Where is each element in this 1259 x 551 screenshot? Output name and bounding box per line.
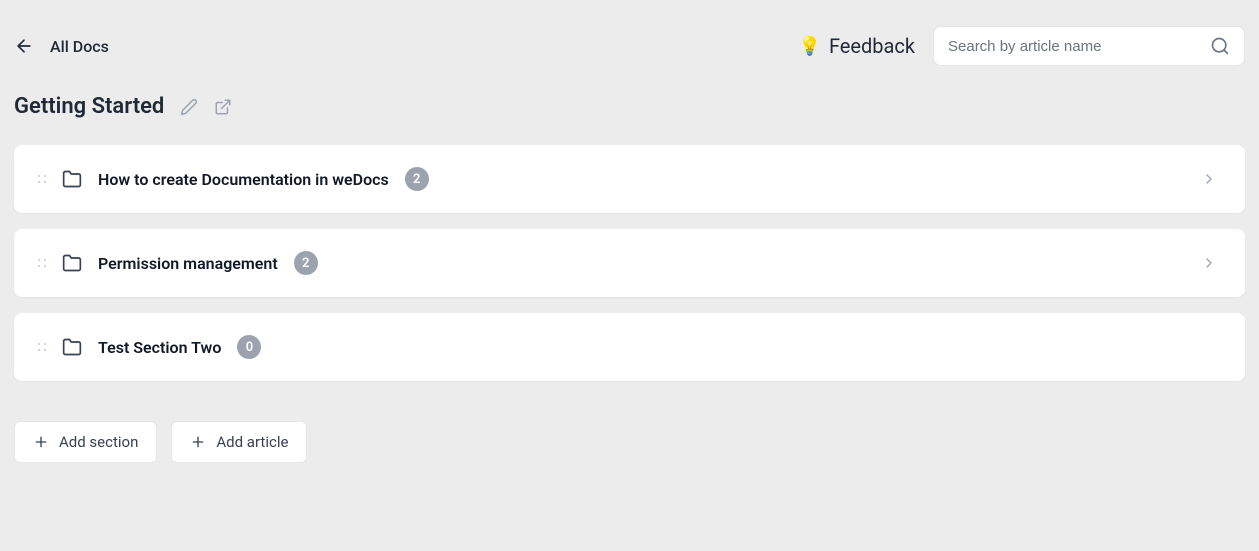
section-row[interactable]: How to create Documentation in weDocs 2 [14, 145, 1245, 213]
topbar: All Docs 💡 Feedback [14, 26, 1245, 66]
chevron-right-icon [1201, 255, 1217, 271]
section-row[interactable]: Test Section Two 0 [14, 313, 1245, 381]
section-title: How to create Documentation in weDocs [98, 170, 389, 189]
add-article-label: Add article [216, 433, 288, 451]
section-row[interactable]: Permission management 2 [14, 229, 1245, 297]
external-link-icon[interactable] [214, 98, 232, 116]
edit-icon[interactable] [180, 98, 198, 116]
sections-list: How to create Documentation in weDocs 2 … [14, 145, 1245, 381]
section-title: Test Section Two [98, 338, 221, 357]
actions-row: Add section Add article [14, 421, 1245, 463]
search-input[interactable] [948, 38, 1210, 55]
drag-handle-icon[interactable] [34, 171, 50, 187]
page-header: Getting Started [14, 94, 1245, 119]
breadcrumb-back[interactable]: All Docs [14, 36, 109, 56]
add-section-label: Add section [59, 433, 138, 451]
add-section-button[interactable]: Add section [14, 421, 157, 463]
topbar-right: 💡 Feedback [799, 26, 1245, 66]
search-icon[interactable] [1210, 36, 1230, 56]
count-badge: 2 [405, 167, 429, 191]
drag-handle-icon[interactable] [34, 339, 50, 355]
count-badge: 0 [237, 335, 261, 359]
folder-icon [62, 169, 82, 189]
page-title: Getting Started [14, 94, 164, 119]
feedback-button[interactable]: 💡 Feedback [799, 34, 915, 58]
add-article-button[interactable]: Add article [171, 421, 307, 463]
folder-icon [62, 337, 82, 357]
folder-icon [62, 253, 82, 273]
feedback-label: Feedback [829, 34, 915, 58]
chevron-right-icon [1201, 171, 1217, 187]
arrow-left-icon [14, 36, 34, 56]
plus-icon [190, 434, 206, 450]
count-badge: 2 [294, 251, 318, 275]
plus-icon [33, 434, 49, 450]
lightbulb-icon: 💡 [799, 36, 821, 57]
breadcrumb-label: All Docs [50, 37, 109, 56]
drag-handle-icon[interactable] [34, 255, 50, 271]
section-title: Permission management [98, 254, 278, 273]
search-container [933, 26, 1245, 66]
